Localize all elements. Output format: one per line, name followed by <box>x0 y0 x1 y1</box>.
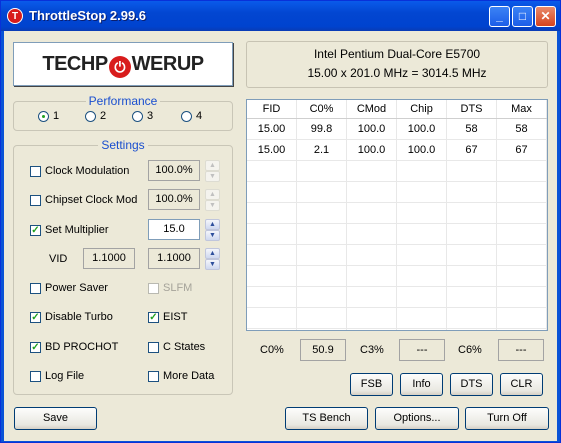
down-arrow-icon[interactable]: ▼ <box>205 259 220 270</box>
up-arrow-icon: ▲ <box>205 189 220 200</box>
table-cell: 100.0 <box>346 139 397 161</box>
c0-value: 50.9 <box>300 339 346 361</box>
radio-dot <box>38 111 49 122</box>
dts-button[interactable]: DTS <box>450 373 493 396</box>
cpu-data-table: FID C0% CMod Chip DTS Max 15.00 99.8 100… <box>246 99 548 331</box>
table-row <box>247 223 547 245</box>
performance-radio-1[interactable]: 1 <box>38 110 78 126</box>
window-title: ThrottleStop 2.99.6 <box>29 8 147 23</box>
clr-button[interactable]: CLR <box>500 373 543 396</box>
table-row <box>247 286 547 308</box>
vid-current-value: 1.1000 <box>83 248 135 269</box>
table-cell: 67 <box>446 139 497 161</box>
down-arrow-icon: ▼ <box>205 171 220 182</box>
column-header: CMod <box>346 100 397 119</box>
app-window: T ThrottleStop 2.99.6 _ □ ✕ TECHP ⏻ WERUP … <box>0 0 561 443</box>
table-cell: 100.0 <box>396 118 447 140</box>
chipset-clock-mod-value: 100.0% <box>148 189 200 210</box>
close-button[interactable]: ✕ <box>535 6 556 27</box>
cpu-frequency: 15.00 x 201.0 MHz = 3014.5 MHz <box>307 66 487 80</box>
table-row: 15.00 99.8 100.0 100.0 58 58 <box>247 118 547 140</box>
minimize-button[interactable]: _ <box>489 6 510 27</box>
table-row <box>247 307 547 329</box>
table-cell: 99.8 <box>296 118 347 140</box>
column-header: Max <box>496 100 547 119</box>
cpu-name: Intel Pentium Dual-Core E5700 <box>313 47 481 61</box>
c6-value: --- <box>498 339 544 361</box>
table-row <box>247 202 547 224</box>
table-row <box>247 328 547 330</box>
options-button[interactable]: Options... <box>375 407 459 430</box>
clock-modulation-value: 100.0% <box>148 160 200 181</box>
vid-spinner[interactable]: ▲ ▼ <box>205 248 220 270</box>
chipset-clock-mod-spinner: ▲ ▼ <box>205 189 220 211</box>
radio-dot <box>85 111 96 122</box>
radio-dot <box>132 111 143 122</box>
techpowerup-logo: TECHP ⏻ WERUP <box>13 42 233 86</box>
vid-label: VID <box>49 253 68 265</box>
performance-radio-3[interactable]: 3 <box>132 110 172 126</box>
up-arrow-icon[interactable]: ▲ <box>205 248 220 259</box>
client-area: TECHP ⏻ WERUP Intel Pentium Dual-Core E570… <box>4 31 557 441</box>
settings-title: Settings <box>98 138 148 152</box>
cpu-info-panel: Intel Pentium Dual-Core E5700 15.00 x 20… <box>246 41 548 88</box>
table-row <box>247 160 547 182</box>
set-multiplier-input[interactable]: 15.0 <box>148 219 200 240</box>
performance-radio-4[interactable]: 4 <box>181 110 221 126</box>
table-row <box>247 265 547 287</box>
vid-set-value[interactable]: 1.1000 <box>148 248 200 269</box>
column-header: FID <box>247 100 297 119</box>
column-header: C0% <box>296 100 347 119</box>
turn-off-button[interactable]: Turn Off <box>465 407 549 430</box>
settings-group: Settings <box>13 138 233 395</box>
table-cell: 2.1 <box>296 139 347 161</box>
clock-modulation-spinner: ▲ ▼ <box>205 160 220 182</box>
radio-dot <box>181 111 192 122</box>
table-cell: 15.00 <box>247 139 297 161</box>
table-cell: 100.0 <box>346 118 397 140</box>
table-cell: 100.0 <box>396 139 447 161</box>
save-button[interactable]: Save <box>14 407 97 430</box>
ts-bench-button[interactable]: TS Bench <box>285 407 368 430</box>
table-cell: 67 <box>496 139 547 161</box>
set-multiplier-spinner[interactable]: ▲ ▼ <box>205 219 220 241</box>
table-cell: 58 <box>446 118 497 140</box>
c3-label: C3% <box>360 344 384 356</box>
table-row <box>247 244 547 266</box>
column-header: Chip <box>396 100 447 119</box>
c0-label: C0% <box>260 344 284 356</box>
info-button[interactable]: Info <box>400 373 443 396</box>
maximize-button[interactable]: □ <box>512 6 533 27</box>
up-arrow-icon: ▲ <box>205 160 220 171</box>
c3-value: --- <box>399 339 445 361</box>
column-header: DTS <box>446 100 497 119</box>
throttlestop-icon[interactable]: T <box>7 8 23 24</box>
down-arrow-icon[interactable]: ▼ <box>205 230 220 241</box>
up-arrow-icon[interactable]: ▲ <box>205 219 220 230</box>
power-icon: ⏻ <box>108 56 131 78</box>
fsb-button[interactable]: FSB <box>350 373 393 396</box>
performance-title: Performance <box>85 94 161 108</box>
c6-label: C6% <box>458 344 482 356</box>
table-cell: 15.00 <box>247 118 297 140</box>
down-arrow-icon: ▼ <box>205 200 220 211</box>
table-row: 15.00 2.1 100.0 100.0 67 67 <box>247 139 547 161</box>
table-header-row: FID C0% CMod Chip DTS Max <box>247 100 547 119</box>
performance-radio-2[interactable]: 2 <box>85 110 125 126</box>
title-bar[interactable]: T ThrottleStop 2.99.6 _ □ ✕ <box>1 1 560 31</box>
table-row <box>247 181 547 203</box>
table-cell: 58 <box>496 118 547 140</box>
